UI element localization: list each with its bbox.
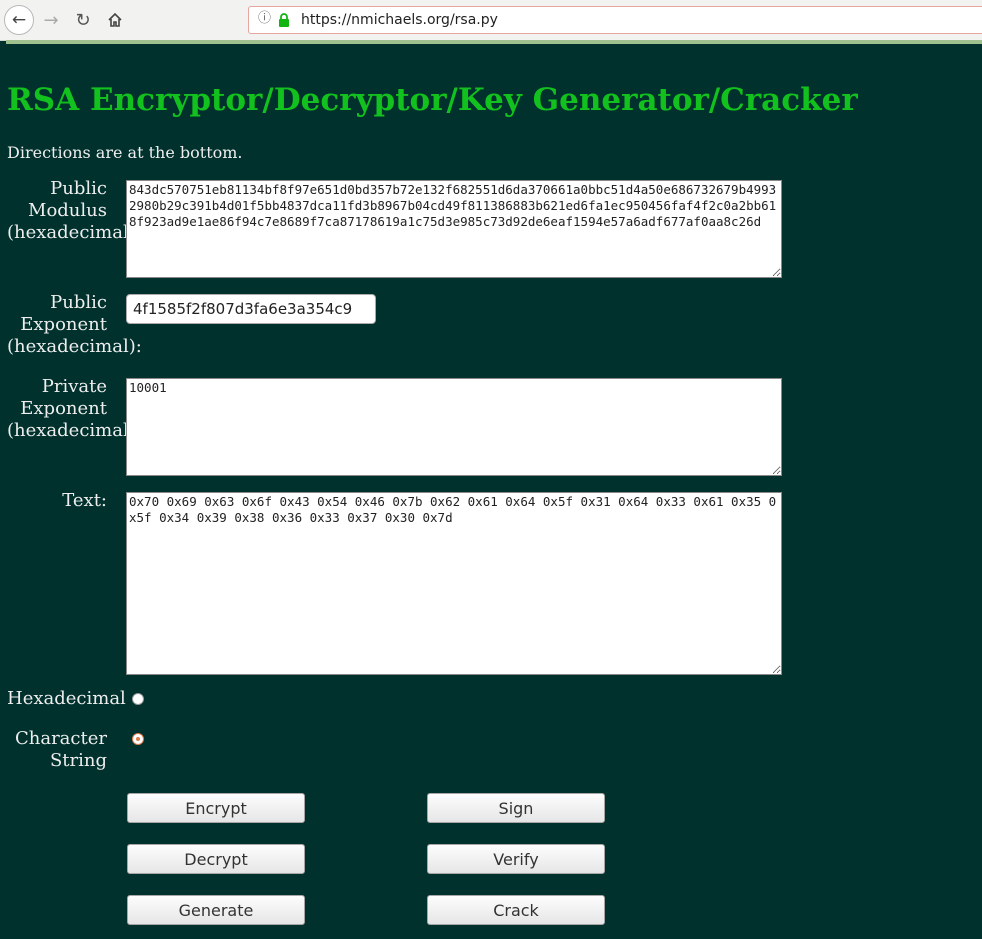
lock-icon[interactable] [277,13,291,27]
directions-text: Directions are at the bottom. [7,143,243,162]
public-modulus-input[interactable]: 843dc570751eb81134bf8f97e651d0bd357b72e1… [126,180,782,278]
address-bar[interactable]: ⓘ https://nmichaels.org/rsa.py [248,6,982,34]
info-icon[interactable]: ⓘ [258,12,272,26]
page-title: RSA Encryptor/Decryptor/Key Generator/Cr… [7,82,858,118]
sign-button[interactable]: Sign [427,793,605,823]
url-text[interactable]: https://nmichaels.org/rsa.py [301,12,498,28]
radio-hex-label: Hexadecimal [7,688,126,709]
arrow-left-icon: ← [11,10,27,30]
private-exponent-input[interactable]: 10001 [126,378,782,476]
verify-button[interactable]: Verify [427,844,605,874]
reload-icon: ↻ [75,9,91,31]
back-button[interactable]: ← [4,5,34,35]
reload-button[interactable]: ↻ [70,7,96,33]
public-modulus-label: Public Modulus (hexadecimal): [7,178,142,243]
forward-button[interactable]: → [38,7,64,33]
text-input[interactable]: 0x70 0x69 0x63 0x6f 0x43 0x54 0x46 0x7b … [126,492,782,675]
radio-character-string[interactable] [132,733,144,745]
radio-hexadecimal[interactable] [132,693,144,705]
public-exponent-input[interactable] [126,294,376,324]
text-label: Text: [62,490,107,511]
page-load-bar [6,40,982,44]
decrypt-button[interactable]: Decrypt [127,844,305,874]
private-exponent-label: Private Exponent (hexadecimal): [7,376,142,441]
arrow-right-icon: → [43,9,59,31]
home-button[interactable] [102,7,128,33]
public-exponent-label-text: Public Exponent (hexadecimal): [7,292,142,357]
public-exponent-label: Public Exponent (hexadecimal): [7,292,143,358]
browser-toolbar: ← → ↻ ⓘ https://nmichaels.org/rsa.py [0,0,982,41]
home-icon [108,12,122,27]
encrypt-button[interactable]: Encrypt [127,793,305,823]
crack-button[interactable]: Crack [427,895,605,925]
generate-button[interactable]: Generate [127,895,305,925]
radio-char-label: Character String [14,728,107,771]
